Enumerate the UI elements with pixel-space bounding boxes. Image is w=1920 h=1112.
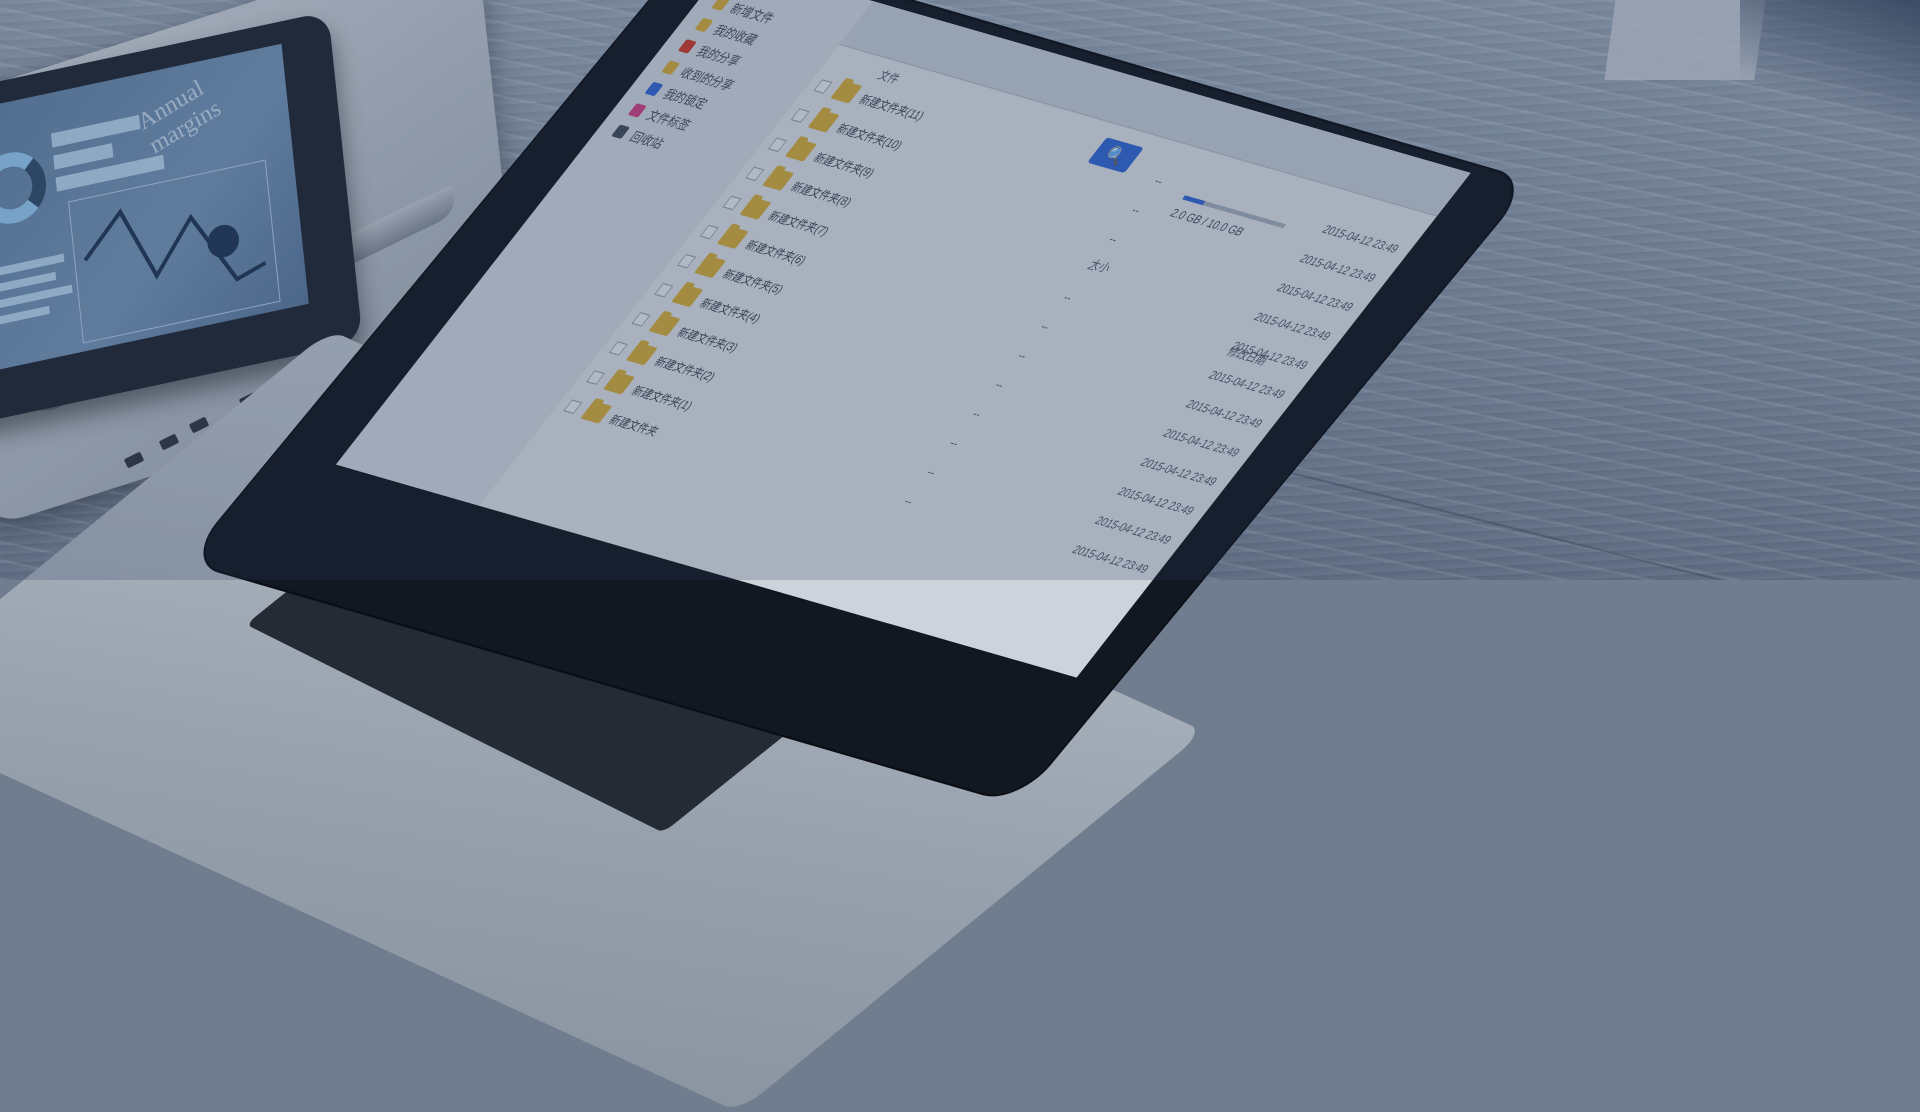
- tablet-line-chart: [68, 159, 281, 344]
- inbox-icon: [661, 60, 681, 75]
- folder-icon: [671, 284, 704, 308]
- file-size: --: [1082, 262, 1098, 276]
- row-checkbox[interactable]: [767, 137, 788, 152]
- file-name: 新建文件夹(11): [855, 93, 927, 124]
- file-name: 新建文件夹(6): [741, 239, 809, 268]
- tablet-bar: [53, 143, 114, 170]
- row-checkbox[interactable]: [585, 370, 606, 385]
- file-size: --: [1059, 291, 1076, 305]
- file-size: --: [1127, 204, 1144, 218]
- column-header-name[interactable]: 文件: [874, 67, 905, 88]
- file-name: 新建文件夹(5): [719, 268, 786, 297]
- trash-icon: [611, 124, 631, 139]
- file-name: 新建文件夹(1): [628, 384, 695, 414]
- row-checkbox[interactable]: [676, 253, 697, 269]
- folder-icon: [625, 342, 658, 366]
- file-size: --: [1037, 320, 1053, 334]
- tablet-title: Annual margins: [134, 75, 225, 160]
- folder-icon: [580, 400, 613, 424]
- file-size: --: [1105, 233, 1121, 247]
- folder-icon: [693, 255, 727, 279]
- star-icon: [694, 17, 714, 33]
- row-checkbox[interactable]: [745, 166, 765, 182]
- file-name: 新建文件夹(9): [810, 151, 877, 181]
- file-date: 2015-04-12 23:49: [1319, 223, 1402, 257]
- file-size: --: [968, 407, 985, 422]
- tablet-bar: [50, 114, 141, 148]
- folder-icon: [784, 138, 817, 162]
- file-size: --: [900, 495, 916, 509]
- row-checkbox[interactable]: [699, 224, 719, 240]
- lock-icon: [644, 81, 664, 97]
- sidebar-item-label: 回收站: [626, 128, 668, 152]
- folder-icon: [739, 197, 772, 220]
- file-name: 新建文件夹(2): [650, 355, 718, 384]
- file-name: 新建文件夹(8): [787, 181, 855, 210]
- share-icon: [677, 39, 697, 54]
- corner-shadow: [1740, 0, 1920, 140]
- folder-icon: [762, 167, 795, 191]
- folder-icon: [602, 371, 636, 395]
- file-name: 新建文件夹(4): [696, 297, 764, 326]
- row-checkbox[interactable]: [722, 195, 742, 211]
- folder-icon: [830, 80, 863, 104]
- zigzag-line-icon: [83, 208, 267, 282]
- file-name: 新建文件夹(7): [764, 210, 832, 239]
- file-size: --: [1150, 175, 1166, 189]
- row-checkbox[interactable]: [563, 399, 583, 414]
- row-checkbox[interactable]: [631, 312, 651, 327]
- donut-chart-icon: [0, 145, 50, 231]
- folder-icon: [716, 226, 749, 250]
- tag-icon: [627, 103, 647, 118]
- file-size: --: [1014, 349, 1030, 364]
- row-checkbox[interactable]: [813, 79, 833, 94]
- row-checkbox[interactable]: [608, 341, 628, 356]
- tablet-bar: [0, 305, 50, 327]
- file-name: 新建文件夹: [605, 413, 661, 439]
- folder-icon: [711, 0, 731, 11]
- folder-icon: [648, 313, 681, 337]
- file-size: --: [923, 466, 939, 480]
- file-size: --: [991, 378, 1007, 393]
- row-checkbox[interactable]: [654, 282, 674, 298]
- tablet-screen: Annual margins: [0, 43, 309, 373]
- file-size: --: [946, 437, 962, 451]
- folder-icon: [807, 109, 840, 133]
- file-name: 新建文件夹(3): [673, 326, 741, 355]
- row-checkbox[interactable]: [790, 108, 810, 123]
